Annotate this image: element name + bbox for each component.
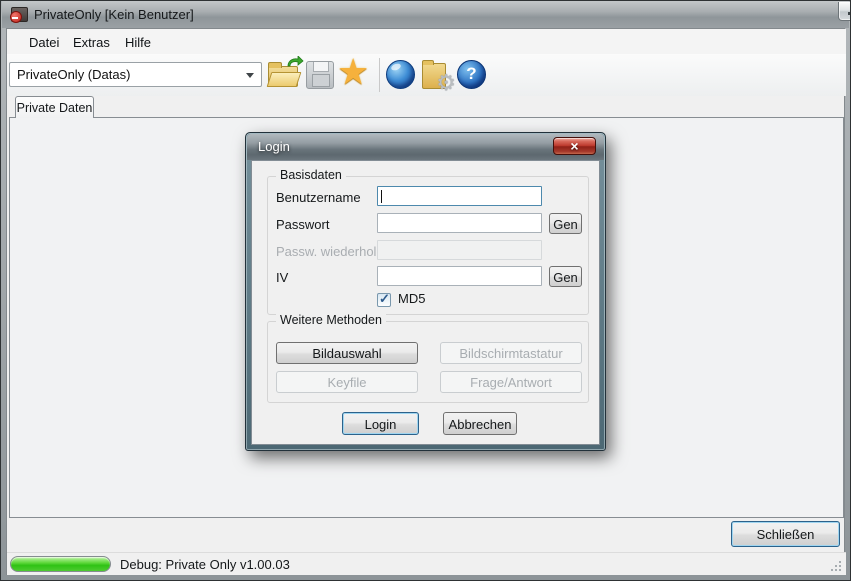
toolbar-separator: [379, 58, 380, 92]
resize-grip-icon[interactable]: [829, 559, 841, 571]
menu-bar: Datei Extras Hilfe: [7, 29, 846, 54]
login-dialog-body: Basisdaten Benutzername Passwort Gen Pas…: [251, 160, 600, 445]
login-dialog: Login × Basisdaten Benutzername Passwort…: [245, 132, 606, 451]
iv-label: IV: [276, 270, 289, 285]
abbrechen-button[interactable]: Abbrechen: [443, 412, 517, 435]
window-title: PrivateOnly [Kein Benutzer]: [34, 7, 194, 22]
keyfile-button[interactable]: Keyfile: [276, 371, 418, 393]
basisdaten-group: Basisdaten Benutzername Passwort Gen Pas…: [267, 168, 589, 315]
gen-passwort-button[interactable]: Gen: [549, 213, 582, 234]
open-database-button[interactable]: [266, 56, 304, 87]
gen-iv-button[interactable]: Gen: [549, 266, 582, 287]
close-icon: ×: [570, 138, 579, 154]
login-dialog-title-bar[interactable]: Login ×: [247, 134, 604, 160]
basisdaten-group-label: Basisdaten: [276, 168, 346, 182]
weitere-methoden-group-label: Weitere Methoden: [276, 313, 386, 327]
md5-checkbox[interactable]: ✓: [377, 291, 391, 307]
tab-private-daten[interactable]: Private Daten: [15, 96, 94, 118]
login-button[interactable]: Login: [342, 412, 419, 435]
chevron-down-icon: [246, 72, 254, 78]
passwort-label: Passwort: [276, 217, 330, 232]
login-dialog-close-button[interactable]: ×: [553, 137, 596, 155]
weitere-methoden-group: Weitere Methoden Bildauswahl Bildschirmt…: [267, 313, 589, 403]
passw-wiederholen-label: Passw. wiederholen: [276, 244, 391, 259]
menu-extras[interactable]: Extras: [69, 33, 114, 52]
iv-field[interactable]: [377, 266, 542, 286]
title-bar[interactable]: PrivateOnly [Kein Benutzer] ×: [2, 1, 850, 28]
app-icon: [10, 7, 28, 23]
question-icon: ?: [466, 64, 477, 83]
web-globe-icon[interactable]: [386, 60, 415, 89]
progress-bar: [10, 556, 111, 572]
favorites-star-icon[interactable]: ★: [337, 53, 369, 91]
help-button[interactable]: ?: [457, 60, 486, 89]
login-dialog-title: Login: [258, 139, 290, 154]
schliessen-button[interactable]: Schließen: [731, 521, 840, 547]
passw-wiederholen-field: [377, 240, 542, 260]
database-select[interactable]: PrivateOnly (Datas): [9, 62, 262, 87]
check-icon: ✓: [379, 291, 390, 306]
open-arrow-icon: [287, 56, 304, 67]
frage-antwort-button[interactable]: Frage/Antwort: [440, 371, 582, 393]
bildauswahl-button[interactable]: Bildauswahl: [276, 342, 418, 364]
save-button[interactable]: [306, 61, 334, 89]
minimize-button[interactable]: [838, 2, 850, 21]
md5-checkbox-label: MD5: [398, 291, 426, 306]
benutzername-label: Benutzername: [276, 190, 361, 205]
menu-datei[interactable]: Datei: [25, 33, 63, 52]
bildschirmtastatur-button[interactable]: Bildschirmtastatur: [440, 342, 582, 364]
menu-hilfe[interactable]: Hilfe: [121, 33, 155, 52]
gear-icon: ⚙: [436, 70, 456, 95]
passwort-field[interactable]: [377, 213, 542, 233]
status-text: Debug: Private Only v1.00.03: [120, 557, 290, 572]
text-caret: [381, 190, 382, 203]
benutzername-field[interactable]: [377, 186, 542, 206]
status-bar: Debug: Private Only v1.00.03: [7, 552, 846, 575]
database-select-value: PrivateOnly (Datas): [17, 67, 131, 82]
plugins-button[interactable]: ⚙: [422, 59, 456, 95]
app-window: PrivateOnly [Kein Benutzer] × Datei Extr…: [0, 0, 851, 581]
